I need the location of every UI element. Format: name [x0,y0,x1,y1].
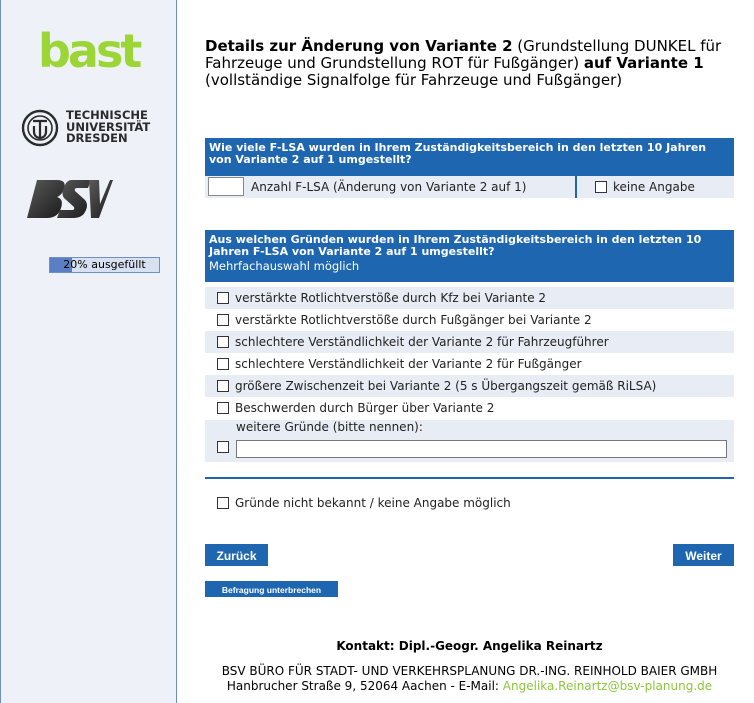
bsv-logo [27,178,113,224]
reason-checkbox-other[interactable] [217,441,229,453]
page-title: Details zur Änderung von Variante 2 (Gru… [205,38,735,89]
reason-option-4[interactable]: schlechtere Verständlichkeit der Variant… [205,353,734,375]
sidebar: bast TECHNISCHE UNIVERSITÄT DRESDEN 20% … [0,0,177,703]
title-bold-2: auf Variante 1 [583,54,704,72]
reason-label-other: weitere Gründe (bitte nennen): [236,420,423,434]
reason-label-3: schlechtere Verständlichkeit der Variant… [235,335,609,349]
question-2-header: Aus welchen Gründen wurden in Ihrem Zust… [205,230,734,282]
count-input-label: Anzahl F-LSA (Änderung von Variante 2 au… [251,180,527,194]
company-line: BSV BÜRO FÜR STADT- UND VERKEHRSPLANUNG … [221,664,718,678]
contact-line: Kontakt: Dipl.-Geogr. Angelika Reinartz [336,639,603,653]
question-1-header: Wie viele F-LSA wurden in Ihrem Zuständi… [205,138,734,176]
next-button[interactable]: Weiter [673,544,734,566]
reason-checkbox-6[interactable] [217,401,229,414]
no-answer-option[interactable]: keine Angabe [595,176,695,198]
reason-label-2: verstärkte Rotlichtverstöße durch Fußgän… [235,313,592,327]
question-1-row: Anzahl F-LSA (Änderung von Variante 2 au… [205,176,734,198]
reasons-unknown-label: Gründe nicht bekannt / keine Angabe mögl… [235,496,511,510]
reason-label-5: größere Zwischenzeit bei Variante 2 (5 s… [235,379,657,393]
reasons-unknown-option[interactable]: Gründe nicht bekannt / keine Angabe mögl… [205,492,734,514]
tu-line-3: DRESDEN [66,131,128,145]
tu-dresden-logo: TECHNISCHE UNIVERSITÄT DRESDEN [21,107,171,151]
pause-survey-button[interactable]: Befragung unterbrechen [205,581,338,597]
address-line: Hanbrucher Straße 9, 52064 Aachen - E-Ma… [205,679,734,693]
column-divider [575,176,577,198]
reason-checkbox-2[interactable] [217,313,229,326]
other-reasons-input[interactable] [236,440,727,458]
progress-bar: 20% ausgefüllt [49,257,160,273]
no-answer-checkbox[interactable] [595,180,607,193]
address-text: Hanbrucher Straße 9, 52064 Aachen - E-Ma… [226,679,503,693]
reason-label-4: schlechtere Verständlichkeit der Variant… [235,357,582,371]
reason-checkbox-3[interactable] [217,335,229,348]
reason-option-3[interactable]: schlechtere Verständlichkeit der Variant… [205,331,734,353]
reason-option-2[interactable]: verstärkte Rotlichtverstöße durch Fußgän… [205,309,734,331]
reason-checkbox-5[interactable] [217,379,229,392]
reason-option-5[interactable]: größere Zwischenzeit bei Variante 2 (5 s… [205,375,734,397]
question-1-text: Wie viele F-LSA wurden in Ihrem Zuständi… [209,141,707,166]
question-2-subtitle: Mehrfachauswahl möglich [209,259,360,273]
tu-dresden-emblem-icon [21,109,59,147]
bsv-logo-mark-icon [27,180,113,218]
no-answer-label: keine Angabe [613,180,695,194]
reason-label-6: Beschwerden durch Bürger über Variante 2 [235,401,495,415]
reasons-unknown-checkbox[interactable] [217,496,229,509]
reason-checkbox-1[interactable] [217,291,229,304]
reason-label-1: verstärkte Rotlichtverstöße durch Kfz be… [235,291,547,305]
back-button[interactable]: Zurück [205,544,268,566]
progress-label: 20% ausgefüllt [63,258,146,271]
bast-logo: bast [38,24,142,78]
title-text-2: (vollständige Signalfolge für Fahrzeuge … [205,71,623,89]
count-input[interactable] [208,177,244,196]
email-link[interactable]: Angelika.Reinartz@bsv-planung.de [503,679,712,693]
question-2-text: Aus welchen Gründen wurden in Ihrem Zust… [209,233,702,258]
title-bold-1: Details zur Änderung von Variante 2 [205,37,513,55]
tu-dresden-wordmark: TECHNISCHE UNIVERSITÄT DRESDEN [66,109,150,145]
reason-option-1[interactable]: verstärkte Rotlichtverstöße durch Kfz be… [205,287,734,309]
section-divider [205,477,734,479]
reason-checkbox-4[interactable] [217,357,229,370]
